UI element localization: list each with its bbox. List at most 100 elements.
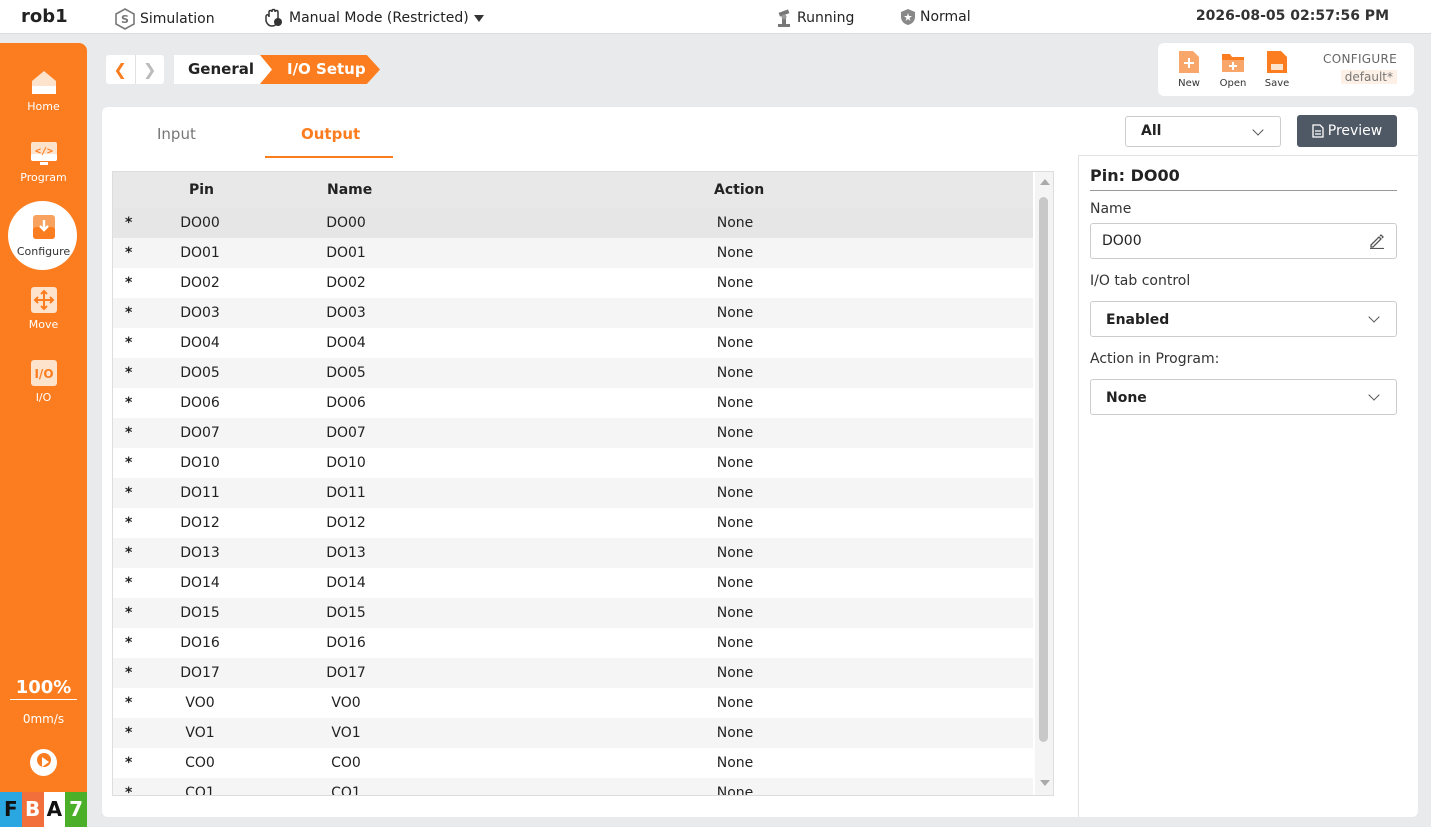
table-scrollbar[interactable] bbox=[1035, 172, 1053, 795]
shield-icon bbox=[901, 9, 915, 25]
row-pin: DO03 bbox=[180, 305, 220, 321]
move-arrows-icon bbox=[30, 287, 57, 313]
table-row[interactable]: * VO1 VO1 None bbox=[113, 718, 1033, 748]
new-file-icon bbox=[1179, 51, 1199, 73]
row-name: VO0 bbox=[331, 695, 361, 711]
row-mark: * bbox=[125, 365, 133, 381]
table-row[interactable]: * CO1 CO1 None bbox=[113, 778, 1033, 796]
row-name: VO1 bbox=[331, 725, 361, 741]
row-action: None bbox=[716, 425, 754, 441]
io-tab-control-select[interactable]: Enabled bbox=[1090, 301, 1397, 337]
new-button[interactable]: New bbox=[1169, 49, 1209, 89]
row-action: None bbox=[716, 575, 754, 591]
row-pin: DO10 bbox=[180, 455, 220, 471]
save-file-icon bbox=[1267, 51, 1287, 73]
table-row[interactable]: * DO07 DO07 None bbox=[113, 418, 1033, 448]
breadcrumb-io-setup[interactable]: I/O Setup bbox=[260, 55, 380, 84]
configure-title: CONFIGURE bbox=[1323, 52, 1397, 66]
save-button[interactable]: Save bbox=[1257, 49, 1297, 89]
table-row[interactable]: * DO05 DO05 None bbox=[113, 358, 1033, 388]
table-row[interactable]: * DO12 DO12 None bbox=[113, 508, 1033, 538]
row-name: DO11 bbox=[326, 485, 366, 501]
row-mark: * bbox=[125, 395, 133, 411]
document-icon bbox=[1312, 124, 1324, 138]
chevron-left-icon: ❮ bbox=[113, 60, 127, 79]
mode-selector[interactable]: Manual Mode (Restricted) bbox=[263, 8, 484, 28]
table-row[interactable]: * VO0 VO0 None bbox=[113, 688, 1033, 718]
sidebar-item-configure[interactable]: Configure bbox=[0, 201, 87, 270]
row-action: None bbox=[716, 725, 754, 741]
active-tab-indicator bbox=[265, 156, 393, 158]
row-pin: VO0 bbox=[185, 695, 215, 711]
brand-letter: A bbox=[43, 792, 66, 827]
speed-percent[interactable]: 100% bbox=[0, 677, 87, 698]
tab-input[interactable]: Input bbox=[157, 125, 196, 143]
play-button[interactable] bbox=[30, 749, 57, 776]
table-row[interactable]: * DO06 DO06 None bbox=[113, 388, 1033, 418]
forward-button[interactable]: ❯ bbox=[136, 55, 165, 84]
speed-mm: 0mm/s bbox=[22, 712, 65, 726]
header-pin: Pin bbox=[189, 182, 215, 198]
table-row[interactable]: * DO11 DO11 None bbox=[113, 478, 1033, 508]
preview-button[interactable]: Preview bbox=[1297, 115, 1397, 147]
save-label: Save bbox=[1264, 78, 1290, 89]
row-action: None bbox=[716, 785, 754, 796]
sidebar-item-home[interactable]: Home bbox=[0, 68, 87, 113]
table-row[interactable]: * DO03 DO03 None bbox=[113, 298, 1033, 328]
name-field-value: DO00 bbox=[1102, 233, 1142, 249]
scroll-down-icon[interactable] bbox=[1040, 780, 1050, 786]
row-pin: DO00 bbox=[180, 215, 220, 231]
scroll-thumb[interactable] bbox=[1039, 197, 1048, 742]
filter-select[interactable]: All bbox=[1125, 116, 1281, 147]
row-action: None bbox=[716, 365, 754, 381]
row-name: DO17 bbox=[326, 665, 366, 681]
row-action: None bbox=[716, 245, 754, 261]
row-pin: DO16 bbox=[180, 635, 220, 651]
row-action: None bbox=[716, 215, 754, 231]
output-table: Pin Name Action * DO00 DO00 None * DO01 DO01 No… bbox=[112, 171, 1054, 796]
row-action: None bbox=[716, 605, 754, 621]
scroll-up-icon[interactable] bbox=[1040, 179, 1050, 185]
edit-pencil-icon[interactable] bbox=[1369, 233, 1385, 249]
row-name: DO14 bbox=[326, 575, 366, 591]
datetime: 2026-08-05 02:57:56 PM bbox=[1195, 8, 1389, 24]
sidebar-item-label: I/O bbox=[35, 391, 52, 404]
table-row[interactable]: * DO13 DO13 None bbox=[113, 538, 1033, 568]
simulation-label: Simulation bbox=[140, 11, 215, 27]
table-row[interactable]: * DO14 DO14 None bbox=[113, 568, 1033, 598]
robot-name[interactable]: rob1 bbox=[21, 6, 68, 27]
table-row[interactable]: * DO16 DO16 None bbox=[113, 628, 1033, 658]
chevron-down-icon bbox=[1252, 124, 1264, 136]
row-mark: * bbox=[125, 215, 133, 231]
sidebar-item-move[interactable]: Move bbox=[0, 286, 87, 331]
brand-letter: 7 bbox=[65, 792, 87, 827]
row-name: CO1 bbox=[331, 785, 361, 796]
row-mark: * bbox=[125, 305, 133, 321]
svg-text:I/O: I/O bbox=[34, 367, 53, 381]
table-row[interactable]: * DO17 DO17 None bbox=[113, 658, 1033, 688]
svg-text:</>: </> bbox=[34, 146, 52, 157]
action-select[interactable]: None bbox=[1090, 379, 1397, 415]
row-pin: DO14 bbox=[180, 575, 220, 591]
sidebar-item-program[interactable]: </> Program bbox=[0, 139, 87, 184]
open-button[interactable]: Open bbox=[1213, 49, 1253, 89]
table-row[interactable]: * DO15 DO15 None bbox=[113, 598, 1033, 628]
table-row[interactable]: * CO0 CO0 None bbox=[113, 748, 1033, 778]
table-row[interactable]: * DO00 DO00 None bbox=[113, 208, 1033, 238]
header-action: Action bbox=[714, 182, 765, 198]
name-field[interactable]: DO00 bbox=[1090, 223, 1397, 259]
sidebar-item-io[interactable]: I/O I/O bbox=[0, 359, 87, 404]
row-mark: * bbox=[125, 575, 133, 591]
table-row[interactable]: * DO02 DO02 None bbox=[113, 268, 1033, 298]
breadcrumb-general[interactable]: General bbox=[174, 55, 272, 84]
row-mark: * bbox=[125, 515, 133, 531]
tab-output[interactable]: Output bbox=[301, 125, 360, 143]
sidebar-item-label: Home bbox=[27, 100, 60, 113]
back-button[interactable]: ❮ bbox=[106, 55, 136, 84]
row-mark: * bbox=[125, 755, 133, 771]
table-row[interactable]: * DO01 DO01 None bbox=[113, 238, 1033, 268]
row-mark: * bbox=[125, 785, 133, 796]
table-row[interactable]: * DO10 DO10 None bbox=[113, 448, 1033, 478]
simulation-indicator[interactable]: S Simulation bbox=[114, 8, 215, 30]
table-row[interactable]: * DO04 DO04 None bbox=[113, 328, 1033, 358]
